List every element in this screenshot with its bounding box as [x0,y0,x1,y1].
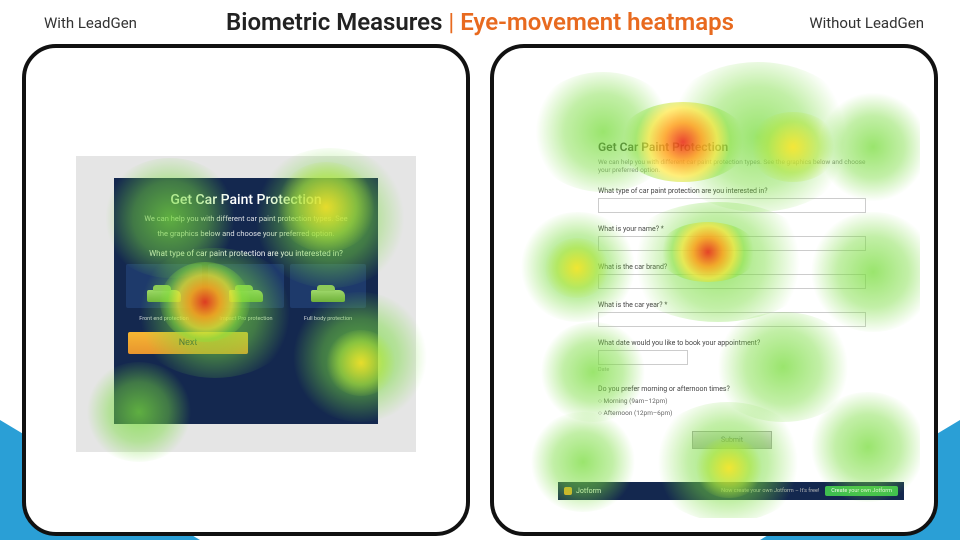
radio-afternoon[interactable]: ○ Afternoon (12pm–6pm) [598,409,866,417]
jotform-logo-icon [564,487,572,495]
option-row [126,264,366,308]
jotform-brand: Jotform [576,487,601,495]
form-heading: Get Car Paint Protection [598,140,866,154]
radio-label: Afternoon (12pm–6pm) [604,409,673,417]
traditional-form: Get Car Paint Protection We can help you… [598,140,866,449]
caption-without-leadgen: Without LeadGen [809,14,924,32]
leadgen-form-card: Get Car Paint Protection We can help you… [114,178,378,424]
field-label: What date would you like to book your ap… [598,339,866,347]
form-heading: Get Car Paint Protection [126,192,366,208]
protection-type-input[interactable] [598,198,866,213]
car-icon [147,290,181,302]
radio-morning[interactable]: ○ Morning (9am–12pm) [598,397,866,405]
option-front-end[interactable] [126,264,202,308]
jotform-tagline: Now create your own Jotform – It's free! [721,488,819,494]
field-label: What is the car year? * [598,301,866,309]
field-label: What is your name? * [598,225,866,233]
submit-button[interactable]: Submit [692,431,772,449]
car-year-input[interactable] [598,312,866,327]
next-button[interactable]: Next [128,332,248,354]
date-caption: Date [598,367,866,373]
screen-left: Get Car Paint Protection We can help you… [40,62,452,518]
device-frame-right: Get Car Paint Protection We can help you… [490,44,938,536]
title-part-a: Biometric Measures [226,8,442,36]
jotform-cta-button[interactable]: Create your own Jotform [825,486,898,496]
form-subtext-2: the graphics below and choose your prefe… [126,229,366,240]
jotform-footer: Jotform Now create your own Jotform – It… [558,482,904,500]
option-label: Full body protection [290,316,366,322]
field-label: What type of car paint protection are yo… [598,187,866,195]
device-frame-left: Get Car Paint Protection We can help you… [22,44,470,536]
title-separator: | [448,8,460,36]
radio-label: Morning (9am–12pm) [604,397,668,405]
field-label: What is the car brand? [598,263,866,271]
car-icon [229,290,263,302]
option-label: Impact Pro protection [208,316,284,322]
option-full-body[interactable] [290,264,366,308]
form-subtext: We can help you with different car paint… [598,158,866,175]
title-part-b: Eye-movement heatmaps [460,8,734,36]
screen-right: Get Car Paint Protection We can help you… [508,62,920,518]
field-label: Do you prefer morning or afternoon times… [598,385,866,393]
option-impact-pro[interactable] [208,264,284,308]
name-input[interactable] [598,236,866,251]
caption-with-leadgen: With LeadGen [44,14,137,32]
form-subtext-1: We can help you with different car paint… [126,214,366,225]
option-label: Front end protection [126,316,202,322]
car-icon [311,290,345,302]
car-brand-input[interactable] [598,274,866,289]
date-input[interactable] [598,350,688,365]
form-question: What type of car paint protection are yo… [126,249,366,258]
option-labels: Front end protection Impact Pro protecti… [126,316,366,322]
